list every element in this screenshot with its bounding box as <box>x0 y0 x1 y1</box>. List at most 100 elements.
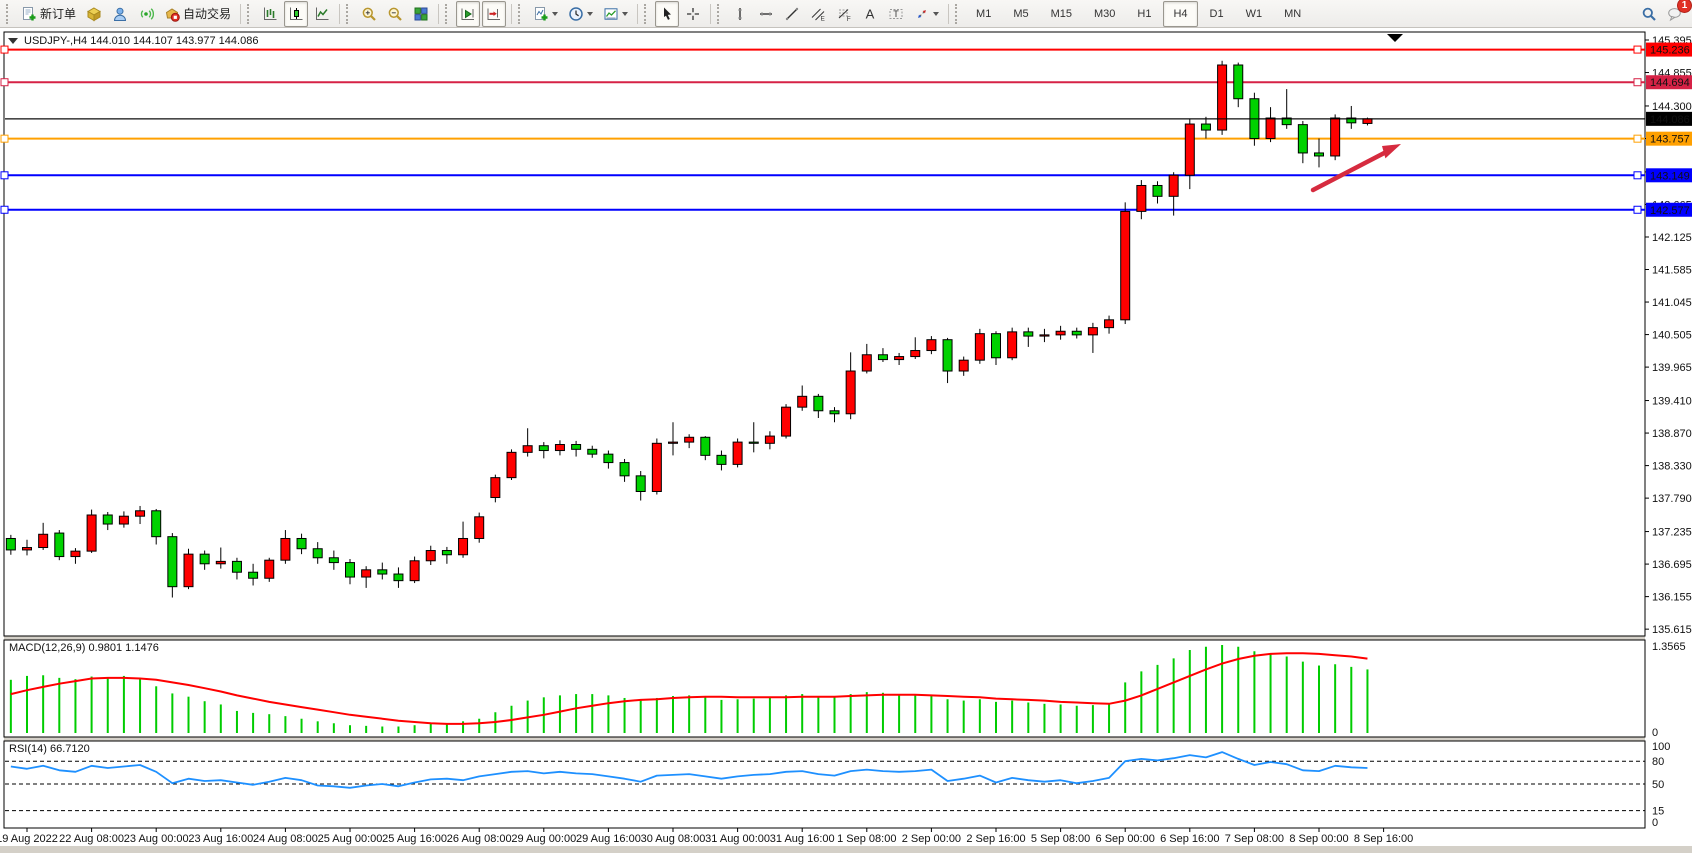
svg-text:138.330: 138.330 <box>1652 461 1692 473</box>
toolbar-grip[interactable] <box>717 4 722 24</box>
indicators-button[interactable] <box>529 1 562 27</box>
svg-text:30 Aug 08:00: 30 Aug 08:00 <box>641 833 706 845</box>
dropdown-caret-icon[interactable] <box>933 12 939 16</box>
chat-button[interactable]: 1 <box>1663 1 1687 27</box>
svg-text:1.3565: 1.3565 <box>1652 641 1686 653</box>
svg-text:1 Sep 08:00: 1 Sep 08:00 <box>837 833 896 845</box>
svg-text:143.149: 143.149 <box>1650 170 1690 182</box>
candlestick-chart-button[interactable] <box>284 1 308 27</box>
new-order-button[interactable]: 新订单 <box>17 1 80 27</box>
svg-text:6 Sep 00:00: 6 Sep 00:00 <box>1096 833 1155 845</box>
svg-text:E: E <box>821 15 826 22</box>
dropdown-caret-icon[interactable] <box>622 12 628 16</box>
toolbar-grip[interactable] <box>6 4 11 24</box>
auto-scroll-button[interactable] <box>456 1 480 27</box>
toolbar-grip[interactable] <box>247 4 252 24</box>
cursor-tool-button[interactable] <box>655 1 679 27</box>
bar-chart-button[interactable] <box>258 1 282 27</box>
toolbar-separator <box>438 4 439 24</box>
svg-text:143.757: 143.757 <box>1650 134 1690 146</box>
chart-symbol-title: USDJPY-,H4 144.010 144.107 143.977 144.0… <box>24 35 258 47</box>
svg-text:29 Aug 00:00: 29 Aug 00:00 <box>511 833 576 845</box>
line-chart-button[interactable] <box>310 1 334 27</box>
chart-shift-button[interactable] <box>482 1 506 27</box>
crosshair-tool-button[interactable] <box>681 1 705 27</box>
search-icon <box>1641 6 1657 22</box>
svg-text:T: T <box>893 9 899 19</box>
svg-text:25 Aug 00:00: 25 Aug 00:00 <box>318 833 383 845</box>
svg-text:142.577: 142.577 <box>1650 205 1690 217</box>
price-badge-144.694: 144.694 <box>1646 75 1692 89</box>
arrows-tool[interactable] <box>910 1 943 27</box>
price-badge-142.577: 142.577 <box>1646 203 1692 217</box>
auto-trading-button-label: 自动交易 <box>183 5 231 22</box>
fibonacci-icon: F <box>836 6 852 22</box>
period-button-m30[interactable]: M30 <box>1084 1 1125 27</box>
svg-text:144.086: 144.086 <box>1650 114 1690 126</box>
chart-bars-icon <box>262 6 278 22</box>
chart-shift-icon <box>486 6 502 22</box>
toolbar: 新订单 自动交易 E FA T M1M5M15M30H1H4D1W1MN 1 <box>0 0 1692 28</box>
market-watch-button[interactable] <box>82 1 106 27</box>
zoom-out-icon <box>387 6 403 22</box>
period-button-w1[interactable]: W1 <box>1236 1 1273 27</box>
zoom-out-button[interactable] <box>383 1 407 27</box>
notification-badge: 1 <box>1677 0 1692 13</box>
toolbar-separator <box>240 4 241 24</box>
svg-text:25 Aug 16:00: 25 Aug 16:00 <box>382 833 447 845</box>
vertical-line-tool[interactable] <box>728 1 752 27</box>
svg-text:6 Sep 16:00: 6 Sep 16:00 <box>1160 833 1219 845</box>
svg-text:26 Aug 08:00: 26 Aug 08:00 <box>447 833 512 845</box>
period-button-d1[interactable]: D1 <box>1200 1 1234 27</box>
svg-text:141.045: 141.045 <box>1652 297 1692 309</box>
svg-text:7 Sep 08:00: 7 Sep 08:00 <box>1225 833 1284 845</box>
svg-text:24 Aug 08:00: 24 Aug 08:00 <box>253 833 318 845</box>
toolbar-grip[interactable] <box>346 4 351 24</box>
trendline-tool[interactable] <box>780 1 804 27</box>
svg-text:23 Aug 16:00: 23 Aug 16:00 <box>188 833 253 845</box>
fibonacci-tool[interactable]: F <box>832 1 856 27</box>
period-button-m15[interactable]: M15 <box>1041 1 1082 27</box>
chart-candles-icon <box>288 6 304 22</box>
profile-icon <box>112 6 128 22</box>
signal-icon <box>138 6 154 22</box>
svg-text:100: 100 <box>1652 741 1670 753</box>
signals-button[interactable] <box>134 1 158 27</box>
toolbar-grip[interactable] <box>445 4 450 24</box>
periods-button[interactable] <box>564 1 597 27</box>
tile-windows-button[interactable] <box>409 1 433 27</box>
period-button-h1[interactable]: H1 <box>1127 1 1161 27</box>
toolbar-separator <box>710 4 711 24</box>
period-button-h4[interactable]: H4 <box>1163 1 1197 27</box>
channel-tool[interactable]: E <box>806 1 830 27</box>
mt4-window: 新订单 自动交易 E FA T M1M5M15M30H1H4D1W1MN 1 145.395… <box>0 0 1692 853</box>
toolbar-grip[interactable] <box>518 4 523 24</box>
price-badge-143.149: 143.149 <box>1646 168 1692 182</box>
text-tool[interactable]: A <box>858 1 882 27</box>
svg-text:141.585: 141.585 <box>1652 265 1692 277</box>
horizontal-line-tool[interactable] <box>754 1 778 27</box>
chart-canvas[interactable]: 145.395144.855144.300143.760143.205142.6… <box>0 28 1692 853</box>
profile-button[interactable] <box>108 1 132 27</box>
crosshair-icon <box>685 6 701 22</box>
svg-text:31 Aug 16:00: 31 Aug 16:00 <box>770 833 835 845</box>
templates-button[interactable] <box>599 1 632 27</box>
period-button-m1[interactable]: M1 <box>966 1 1001 27</box>
search-button[interactable] <box>1637 1 1661 27</box>
zoom-in-icon <box>361 6 377 22</box>
dropdown-caret-icon[interactable] <box>552 12 558 16</box>
indicators-icon <box>533 6 549 22</box>
svg-text:140.505: 140.505 <box>1652 330 1692 342</box>
dropdown-caret-icon[interactable] <box>587 12 593 16</box>
svg-text:135.615: 135.615 <box>1652 624 1692 636</box>
toolbar-grip[interactable] <box>955 4 960 24</box>
svg-text:136.695: 136.695 <box>1652 559 1692 571</box>
auto-trading-button[interactable]: 自动交易 <box>160 1 235 27</box>
svg-text:137.790: 137.790 <box>1652 493 1692 505</box>
text-label-tool[interactable]: T <box>884 1 908 27</box>
svg-text:144.694: 144.694 <box>1650 77 1690 89</box>
period-button-m5[interactable]: M5 <box>1003 1 1038 27</box>
zoom-in-button[interactable] <box>357 1 381 27</box>
period-button-mn[interactable]: MN <box>1274 1 1311 27</box>
toolbar-grip[interactable] <box>644 4 649 24</box>
